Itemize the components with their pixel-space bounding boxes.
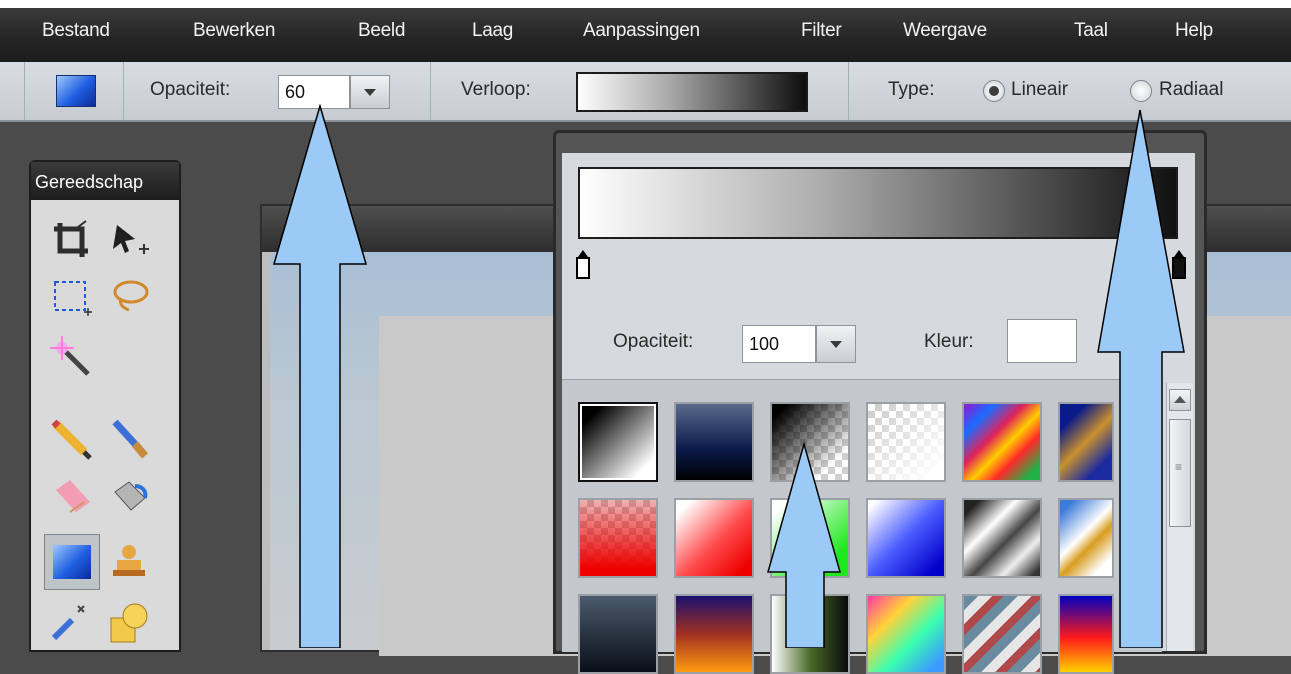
gradient-stop-start[interactable]: [576, 250, 590, 279]
preset-blue-black[interactable]: [674, 402, 754, 482]
annotation-arrow-preset: [767, 442, 841, 648]
menu-help[interactable]: Help: [1175, 20, 1213, 42]
radio-radial-label[interactable]: Radiaal: [1159, 79, 1223, 101]
radio-linear[interactable]: [983, 80, 1005, 102]
preset-white-transparent[interactable]: [866, 402, 946, 482]
menu-taal[interactable]: Taal: [1074, 20, 1108, 42]
gradient-editor-bar[interactable]: [578, 167, 1178, 239]
gradient-icon: [53, 545, 91, 579]
stop-color-swatch[interactable]: [1007, 319, 1077, 363]
annotation-arrow-opacity: [273, 104, 367, 648]
gradient-tool-button[interactable]: [44, 534, 100, 590]
radio-radial[interactable]: [1130, 80, 1152, 102]
crop-icon[interactable]: [48, 217, 96, 265]
gradient-presets-grid: [562, 379, 1162, 674]
gradient-preview[interactable]: [576, 72, 808, 112]
clone-stamp-icon[interactable]: [105, 538, 153, 586]
preset-spectrum[interactable]: [866, 594, 946, 674]
opacity-label: Opaciteit:: [150, 79, 231, 100]
menu-strip: Bestand Bewerken Beeld Laag Aanpassingen…: [0, 8, 1291, 62]
gradient-tool-icon[interactable]: [56, 75, 96, 107]
tools-panel: Gereedschap: [29, 160, 181, 652]
stop-opacity-label: Opaciteit:: [613, 331, 694, 352]
tools-panel-title[interactable]: Gereedschap: [31, 162, 179, 200]
menu-beeld[interactable]: Beeld: [358, 20, 405, 42]
preset-rainbow[interactable]: [962, 402, 1042, 482]
lasso-icon[interactable]: [105, 274, 153, 322]
menu-bewerken[interactable]: Bewerken: [193, 20, 275, 42]
pencil-icon[interactable]: [48, 414, 96, 462]
stop-opacity-dropdown-button[interactable]: [816, 325, 856, 363]
preset-violet-orange[interactable]: [674, 594, 754, 674]
menu-weergave[interactable]: Weergave: [903, 20, 987, 42]
preset-stripes[interactable]: [962, 594, 1042, 674]
eraser-icon[interactable]: [48, 474, 96, 522]
paint-bucket-icon[interactable]: [105, 474, 153, 522]
radio-linear-label[interactable]: Lineair: [1011, 79, 1068, 101]
shape-icon[interactable]: [105, 598, 153, 646]
annotation-arrow-radial: [1097, 109, 1185, 648]
brush-icon[interactable]: [105, 414, 153, 462]
menu-laag[interactable]: Laag: [472, 20, 513, 42]
preset-white-blue[interactable]: [866, 498, 946, 578]
menu-aanpassingen[interactable]: Aanpassingen: [583, 20, 700, 42]
marquee-icon[interactable]: [48, 274, 96, 322]
menu-bestand[interactable]: Bestand: [42, 20, 110, 42]
separator: [430, 62, 431, 120]
smudge-icon[interactable]: [48, 598, 96, 646]
menu-filter[interactable]: Filter: [801, 20, 842, 42]
gradient-label: Verloop:: [461, 79, 531, 100]
magic-wand-icon[interactable]: [48, 334, 96, 382]
separator: [123, 62, 124, 120]
preset-red-transparent[interactable]: [578, 498, 658, 578]
menu-bar: Bestand Bewerken Beeld Laag Aanpassingen…: [0, 0, 1291, 62]
stop-opacity-input[interactable]: 100: [742, 325, 816, 363]
stop-color-label: Kleur:: [924, 331, 974, 352]
separator: [24, 62, 25, 120]
move-icon[interactable]: [105, 217, 153, 265]
separator: [848, 62, 849, 120]
type-label: Type:: [888, 79, 935, 100]
preset-chrome[interactable]: [962, 498, 1042, 578]
preset-black-white[interactable]: [578, 402, 658, 482]
preset-slate-black[interactable]: [578, 594, 658, 674]
preset-white-red[interactable]: [674, 498, 754, 578]
